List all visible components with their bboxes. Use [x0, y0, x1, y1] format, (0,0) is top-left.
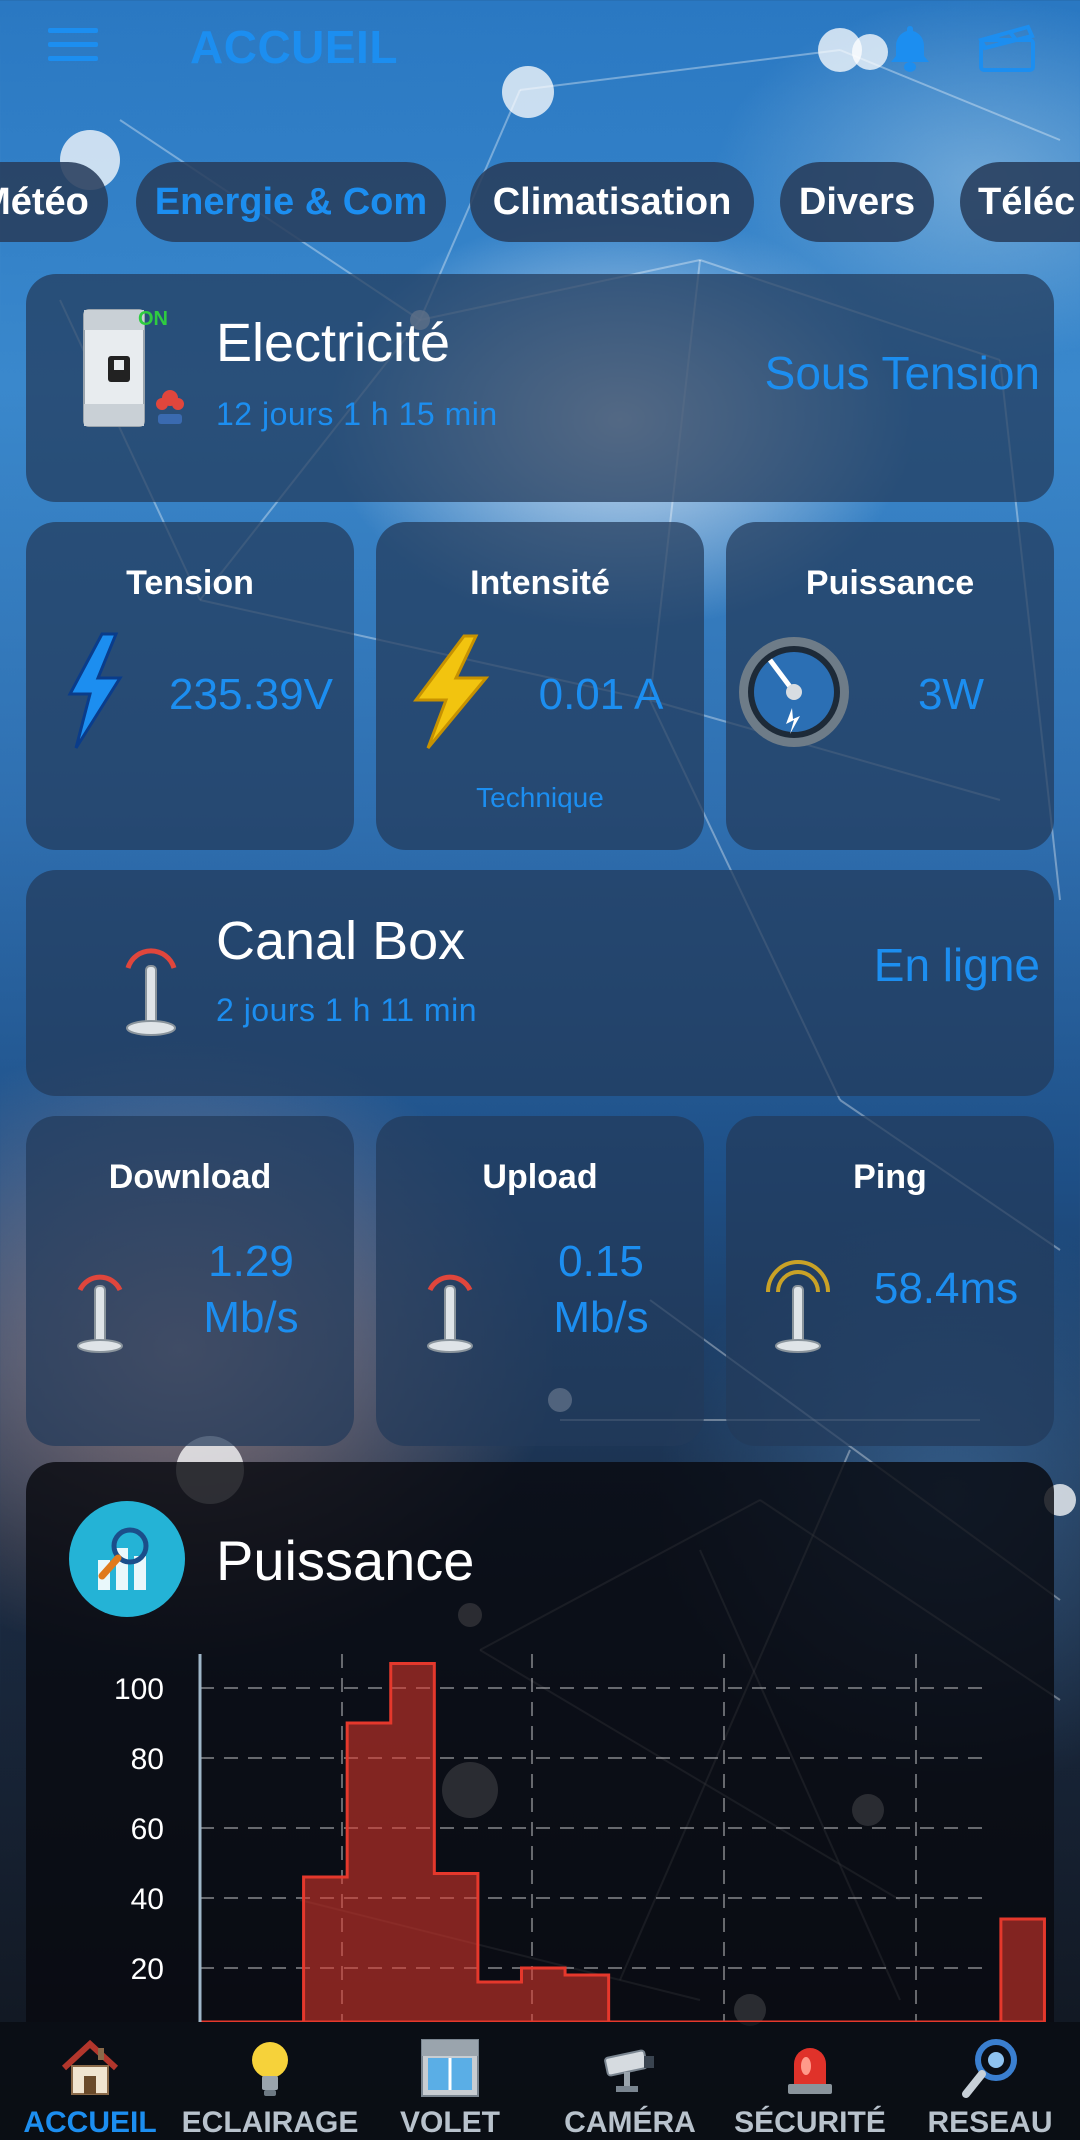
series-point [347, 1722, 391, 1724]
ping-value: 58.4ms [873, 1264, 1019, 1313]
house-icon [61, 2039, 119, 2095]
tension-card[interactable]: Tension 235.39V [26, 522, 354, 850]
series-point [390, 1662, 435, 1665]
electricity-status: Sous Tension [764, 347, 1040, 399]
series-point [303, 1876, 348, 1878]
electricity-title: Electricité [216, 313, 451, 373]
bell-icon[interactable] [884, 22, 936, 74]
electricity-uptime: 12 jours 1 h 15 min [216, 396, 498, 432]
tab-divers[interactable]: Divers [780, 162, 934, 242]
scenes-clapperboard-icon[interactable] [978, 24, 1036, 72]
page-title: ACCUEIL [190, 21, 398, 73]
network-icon [962, 2039, 1017, 2098]
nav-securite[interactable]: SÉCURITÉ [720, 2022, 900, 2140]
tab-energie-com[interactable]: Energie & Com [136, 162, 446, 242]
lightning-yellow-icon [413, 634, 490, 749]
intensite-caption: Technique [476, 782, 604, 813]
upload-antenna-icon [427, 1274, 473, 1353]
lightbulb-icon [252, 2042, 288, 2096]
chart-analytics-icon [69, 1501, 185, 1617]
nav-reseau-label: RESEAU [927, 2106, 1053, 2139]
router-antenna-icon [125, 948, 177, 1036]
intensite-value: 0.01 A [538, 670, 664, 719]
tab-telecommande[interactable]: Téléc [960, 162, 1080, 242]
canal-box-status: En ligne [873, 939, 1040, 991]
on-badge: ON [138, 308, 168, 330]
nav-accueil-label: ACCUEIL [23, 2106, 157, 2139]
gauge-meter-icon [739, 637, 849, 747]
chart-title: Puissance [216, 1529, 475, 1592]
provider-logo-icon [156, 390, 184, 424]
puissance-chart: 100 80 60 40 20 [114, 1654, 1046, 2022]
canal-box-uptime: 2 jours 1 h 11 min [216, 992, 477, 1028]
intensite-card[interactable]: Intensité 0.01 A Technique [376, 522, 704, 850]
upload-card[interactable]: Upload 0.15 Mb/s [376, 1116, 704, 1446]
canal-box-card[interactable]: Canal Box 2 jours 1 h 11 min En ligne [26, 870, 1054, 1096]
y-tick-label: 20 [131, 1953, 164, 1986]
series-point [477, 1981, 522, 1983]
download-value-unit: Mb/s [203, 1293, 299, 1342]
series-point [521, 1967, 566, 1969]
window-shutter-icon [421, 2039, 479, 2097]
upload-value: 0.15 Mb/s [506, 1234, 696, 1346]
tension-title: Tension [126, 564, 254, 602]
upload-title: Upload [482, 1158, 598, 1196]
series-point [434, 1872, 478, 1875]
camera-icon [604, 2049, 654, 2092]
ping-title: Ping [853, 1158, 927, 1196]
nav-volet-label: VOLET [399, 2106, 500, 2139]
puissance-chart-card: Puissance 100 80 60 40 20 [26, 1462, 1054, 2022]
lightning-blue-icon [67, 632, 123, 749]
upload-value-number: 0.15 [558, 1237, 644, 1286]
ping-antenna-icon [766, 1260, 830, 1353]
y-tick-label: 60 [131, 1813, 164, 1846]
download-value-number: 1.29 [208, 1237, 294, 1286]
download-card[interactable]: Download 1.29 Mb/s [26, 1116, 354, 1446]
series-area [200, 1662, 1046, 2022]
hamburger-menu-icon[interactable] [48, 28, 98, 64]
ping-card[interactable]: Ping 58.4ms [726, 1116, 1054, 1446]
nav-camera[interactable]: CAMÉRA [540, 2022, 720, 2140]
download-title: Download [108, 1158, 272, 1196]
nav-volet[interactable]: VOLET [360, 2022, 540, 2140]
bottom-navigation: ACCUEIL ECLAIRAGE VOLET CAMÉRA SÉCURITÉ … [0, 2022, 1080, 2140]
tension-value: 235.39V [169, 670, 333, 719]
intensite-title: Intensité [470, 564, 610, 602]
series-point [565, 1974, 609, 1976]
nav-securite-label: SÉCURITÉ [734, 2106, 886, 2139]
puissance-title: Puissance [805, 564, 975, 602]
tab-climatisation[interactable]: Climatisation [470, 162, 754, 242]
y-tick-label: 100 [114, 1673, 164, 1706]
puissance-card[interactable]: Puissance 3W [726, 522, 1054, 850]
app-header: ACCUEIL [0, 0, 1080, 96]
upload-value-unit: Mb/s [553, 1293, 649, 1342]
tab-meteo[interactable]: Météo [0, 162, 108, 242]
nav-eclairage-label: ECLAIRAGE [181, 2106, 359, 2139]
nav-eclairage[interactable]: ECLAIRAGE [180, 2022, 360, 2140]
alarm-siren-icon [788, 2048, 832, 2094]
canal-box-title: Canal Box [216, 911, 466, 971]
series-point [1000, 1918, 1045, 1920]
download-value: 1.29 Mb/s [156, 1234, 346, 1346]
nav-camera-label: CAMÉRA [564, 2106, 696, 2139]
puissance-value: 3W [918, 670, 984, 719]
y-tick-label: 80 [131, 1743, 164, 1776]
nav-reseau[interactable]: RESEAU [900, 2022, 1080, 2140]
electricity-card[interactable]: ON Electricité 12 jours 1 h 15 min Sous … [26, 274, 1054, 502]
y-tick-label: 40 [131, 1883, 164, 1916]
download-antenna-icon [77, 1274, 123, 1353]
nav-accueil[interactable]: ACCUEIL [0, 2022, 180, 2140]
category-tabs: Météo Energie & Com Climatisation Divers… [0, 162, 1080, 242]
